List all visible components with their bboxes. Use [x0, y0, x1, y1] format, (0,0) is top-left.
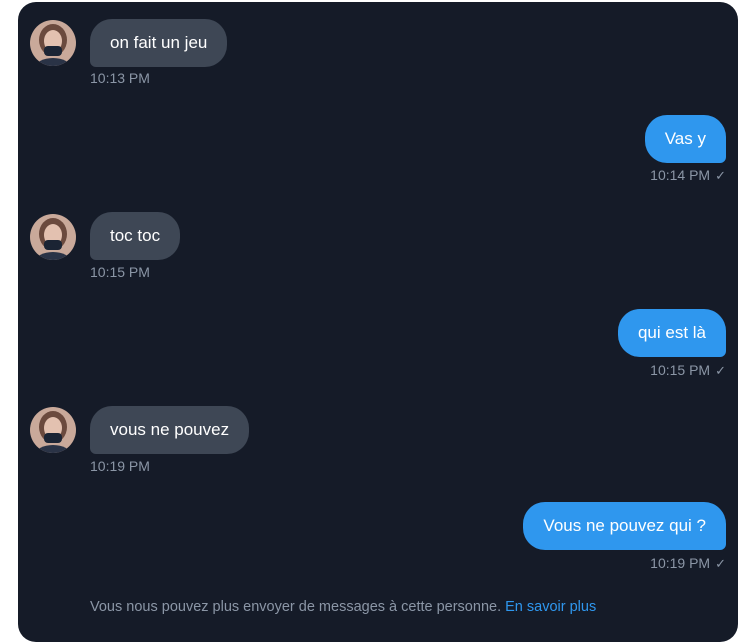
- message-bubble-outgoing[interactable]: Vas y: [644, 115, 726, 163]
- conversation-panel: on fait un jeu 10:13 PM Vas y 10:14 PM ✓ …: [18, 2, 738, 642]
- message-bubble-outgoing[interactable]: Vous ne pouvez qui ?: [523, 502, 726, 550]
- avatar[interactable]: [30, 407, 76, 453]
- message-bubble-outgoing[interactable]: qui est là: [617, 309, 726, 357]
- blocked-notice: Vous nous pouvez plus envoyer de message…: [90, 599, 596, 615]
- avatar[interactable]: [30, 20, 76, 66]
- learn-more-link[interactable]: En savoir plus: [505, 599, 596, 615]
- message-timestamp: 10:19 PM: [90, 458, 150, 474]
- message-bubble-incoming[interactable]: toc toc: [90, 212, 181, 260]
- timestamp-text: 10:15 PM: [650, 362, 711, 378]
- check-icon: ✓: [715, 363, 726, 378]
- message-timestamp: 10:19 PM ✓: [650, 555, 726, 572]
- message-bubble-incoming[interactable]: vous ne pouvez: [90, 406, 250, 454]
- timestamp-text: 10:14 PM: [650, 167, 711, 183]
- message-bubble-incoming[interactable]: on fait un jeu: [90, 19, 228, 67]
- message-timestamp: 10:15 PM: [90, 264, 150, 280]
- blocked-notice-text: Vous nous pouvez plus envoyer de message…: [90, 599, 502, 615]
- message-timestamp: 10:14 PM ✓: [650, 167, 726, 184]
- check-icon: ✓: [715, 556, 726, 571]
- message-timestamp: 10:13 PM: [90, 70, 150, 86]
- timestamp-text: 10:19 PM: [650, 555, 711, 571]
- message-timestamp: 10:15 PM ✓: [650, 362, 726, 379]
- avatar[interactable]: [30, 214, 76, 260]
- check-icon: ✓: [715, 168, 726, 183]
